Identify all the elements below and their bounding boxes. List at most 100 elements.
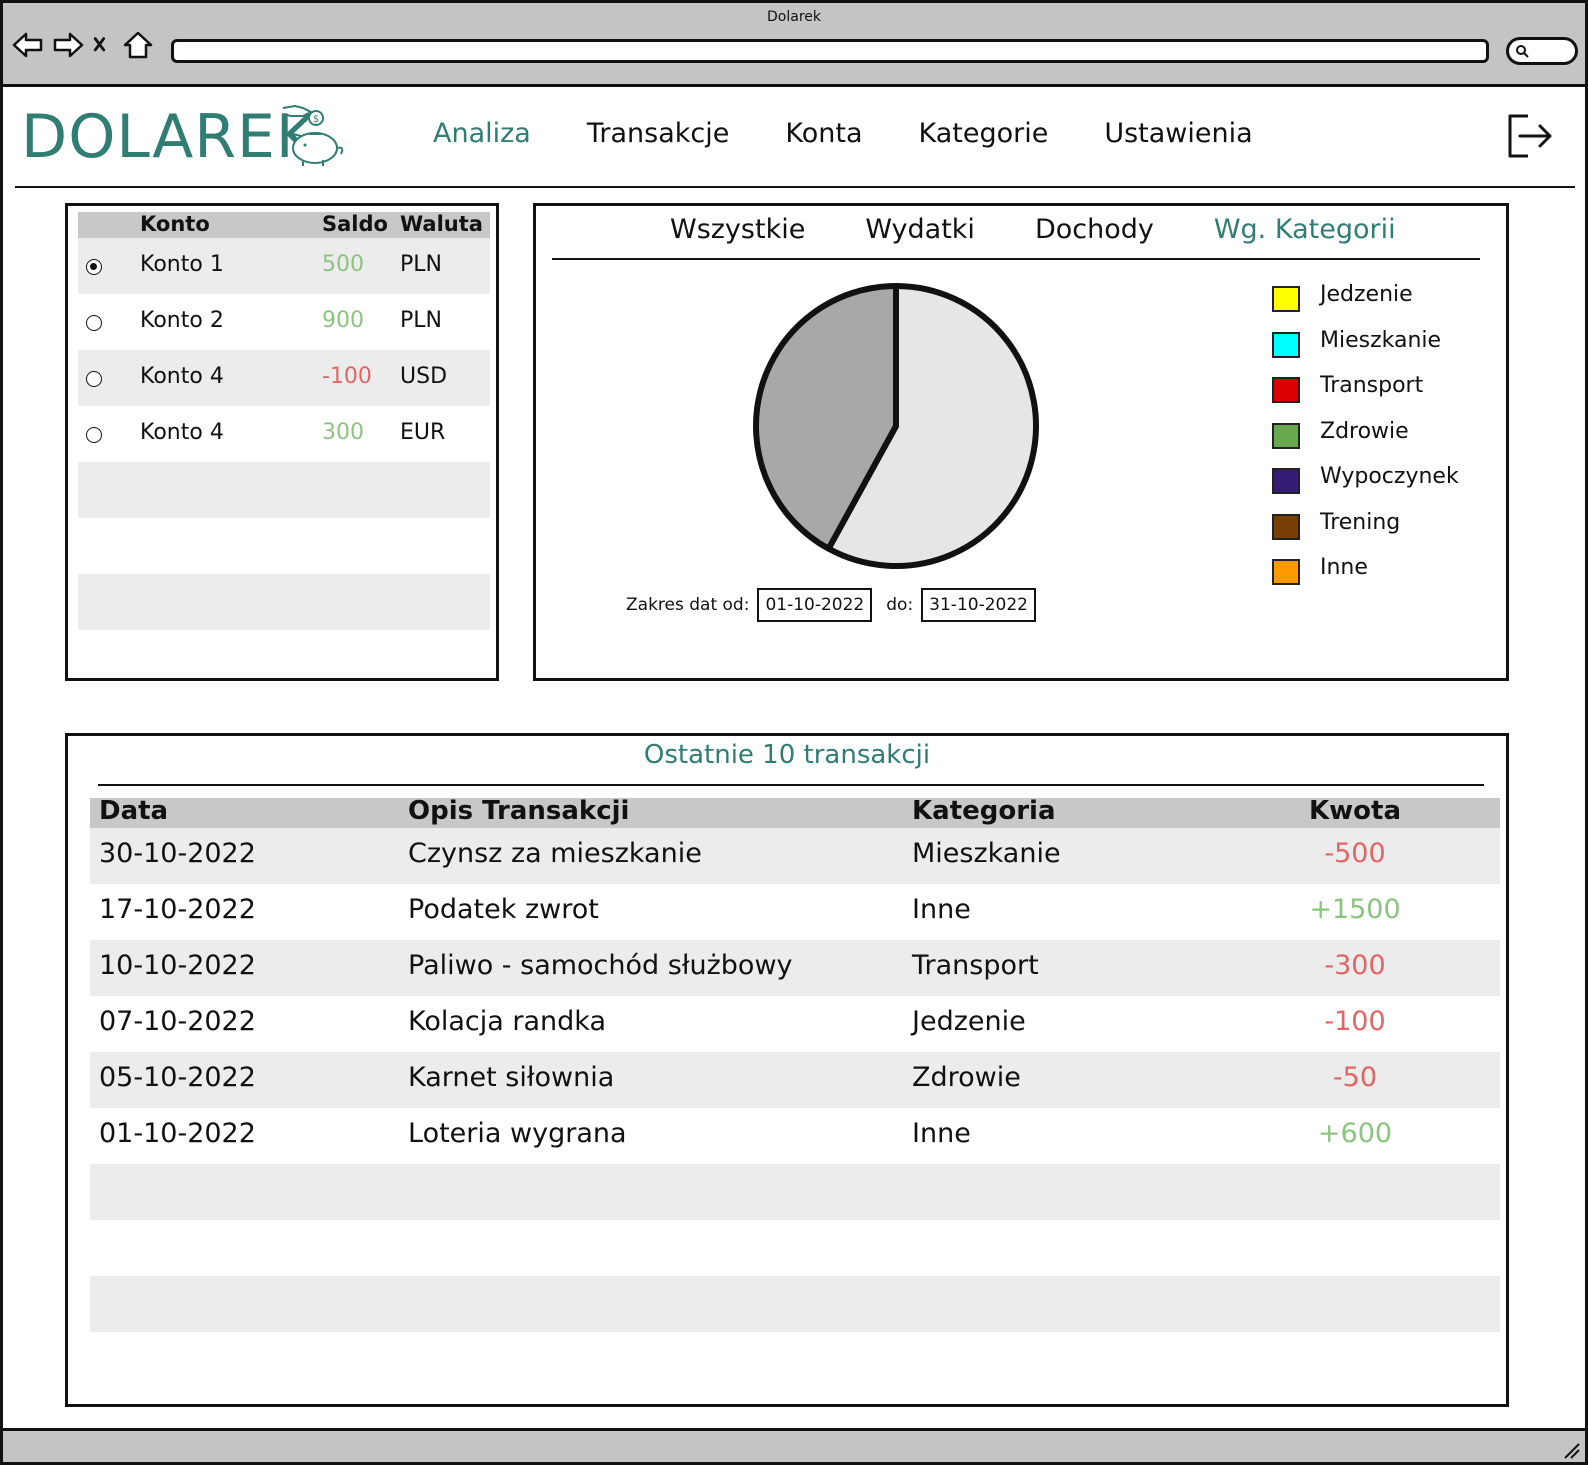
- table-row[interactable]: 05-10-2022 Karnet siłownia Zdrowie -50: [90, 1052, 1500, 1108]
- account-row[interactable]: Konto 4 300 EUR: [78, 406, 490, 462]
- accounts-panel: Konto Saldo Waluta Konto 1 500 PLN Konto…: [65, 203, 499, 681]
- legend-label: Transport: [1320, 373, 1424, 398]
- status-bar: [3, 1428, 1585, 1462]
- close-icon[interactable]: [91, 29, 115, 61]
- tx-category: Inne: [912, 1118, 971, 1149]
- forward-icon[interactable]: [51, 29, 85, 61]
- tab-wg-kategorii[interactable]: Wg. Kategorii: [1214, 214, 1396, 245]
- date-to-label: do:: [886, 595, 914, 615]
- col-header-konto: Konto: [140, 212, 210, 236]
- account-row-empty: [78, 462, 490, 518]
- table-row-empty: [90, 1164, 1500, 1220]
- tx-amount: -300: [1324, 950, 1386, 981]
- tx-date: 05-10-2022: [99, 1062, 256, 1093]
- legend-swatch: [1272, 422, 1300, 449]
- logout-icon[interactable]: [1506, 112, 1554, 160]
- nav-transakcje[interactable]: Transakcje: [587, 118, 730, 149]
- address-bar[interactable]: [171, 39, 1489, 63]
- account-row[interactable]: Konto 2 900 PLN: [78, 294, 490, 350]
- table-row[interactable]: 01-10-2022 Loteria wygrana Inne +600: [90, 1108, 1500, 1164]
- tx-amount: +600: [1317, 1118, 1393, 1149]
- chart-tabs-divider: [552, 258, 1480, 260]
- account-row-empty: [78, 574, 490, 630]
- chart-tabs: Wszystkie Wydatki Dochody Wg. Kategorii: [670, 214, 1456, 245]
- account-currency: PLN: [400, 252, 442, 277]
- tx-date: 01-10-2022: [99, 1118, 256, 1149]
- col-header-kategoria: Kategoria: [912, 796, 1056, 826]
- tx-category: Jedzenie: [912, 1006, 1026, 1037]
- account-radio[interactable]: [86, 259, 102, 275]
- tx-category: Mieszkanie: [912, 838, 1061, 869]
- date-from-input[interactable]: 01-10-2022: [757, 588, 873, 622]
- tx-desc: Loteria wygrana: [408, 1118, 627, 1149]
- account-radio[interactable]: [86, 427, 102, 443]
- legend-swatch: [1272, 468, 1300, 494]
- tx-date: 07-10-2022: [99, 1006, 256, 1037]
- tx-amount: +1500: [1309, 894, 1401, 925]
- nav-analiza[interactable]: Analiza: [433, 118, 531, 149]
- date-to-input[interactable]: 31-10-2022: [921, 588, 1036, 622]
- account-row[interactable]: Konto 1 500 PLN: [78, 238, 490, 294]
- col-header-data: Data: [99, 796, 169, 826]
- account-saldo: 900: [322, 308, 364, 333]
- account-name: Konto 1: [140, 252, 224, 277]
- tx-category: Transport: [912, 950, 1039, 981]
- tab-wszystkie[interactable]: Wszystkie: [670, 214, 805, 245]
- resize-grip-icon[interactable]: [1561, 1440, 1581, 1460]
- table-row[interactable]: 10-10-2022 Paliwo - samochód służbowy Tr…: [90, 940, 1500, 996]
- nav-kategorie[interactable]: Kategorie: [918, 118, 1048, 149]
- col-header-opis: Opis Transakcji: [408, 796, 630, 826]
- app-header: DOLAREK $ Analiza Transakcje Konta Kateg…: [3, 90, 1585, 190]
- account-name: Konto 4: [140, 364, 224, 389]
- nav-konta[interactable]: Konta: [785, 118, 862, 149]
- account-name: Konto 4: [140, 420, 224, 445]
- account-row[interactable]: Konto 4 -100 USD: [78, 350, 490, 406]
- transactions-panel: Ostatnie 10 transakcji Data Opis Transak…: [65, 733, 1509, 1407]
- tab-dochody[interactable]: Dochody: [1035, 214, 1154, 245]
- tx-desc: Podatek zwrot: [408, 894, 599, 925]
- tx-amount: -100: [1324, 1006, 1386, 1037]
- tx-desc: Czynsz za mieszkanie: [408, 838, 702, 869]
- tx-desc: Paliwo - samochód służbowy: [408, 950, 793, 981]
- date-from-label: Zakres dat od:: [626, 595, 750, 615]
- account-currency: USD: [400, 364, 448, 389]
- tab-wydatki[interactable]: Wydatki: [865, 214, 975, 245]
- category-pie-chart: [753, 283, 1039, 569]
- table-row-empty: [90, 1332, 1500, 1388]
- table-row-empty: [90, 1220, 1500, 1276]
- legend-label: Jedzenie: [1320, 282, 1413, 307]
- browser-search[interactable]: [1506, 37, 1578, 65]
- title-bar: Dolarek: [3, 3, 1585, 87]
- tx-date: 30-10-2022: [99, 838, 256, 869]
- transactions-title: Ostatnie 10 transakcji: [643, 740, 931, 770]
- legend-swatch: [1272, 377, 1300, 403]
- account-currency: PLN: [400, 308, 442, 333]
- account-radio[interactable]: [86, 371, 102, 387]
- transactions-table: Data Opis Transakcji Kategoria Kwota 30-…: [90, 796, 1500, 1388]
- account-saldo: 500: [322, 252, 364, 277]
- tx-desc: Karnet siłownia: [408, 1062, 615, 1093]
- nav-ustawienia[interactable]: Ustawienia: [1104, 118, 1252, 149]
- transactions-header-row: Data Opis Transakcji Kategoria Kwota: [90, 796, 1500, 828]
- tx-category: Inne: [912, 894, 971, 925]
- table-row[interactable]: 17-10-2022 Podatek zwrot Inne +1500: [90, 884, 1500, 940]
- window-title: Dolarek: [767, 9, 821, 25]
- transactions-divider: [98, 784, 1484, 786]
- svg-text:$: $: [313, 114, 319, 125]
- col-header-kwota: Kwota: [1308, 796, 1401, 826]
- legend-swatch: [1272, 559, 1300, 585]
- legend-swatch: [1272, 331, 1300, 358]
- account-radio[interactable]: [86, 315, 102, 331]
- tx-date: 10-10-2022: [99, 950, 256, 981]
- legend-label: Zdrowie: [1320, 418, 1409, 444]
- back-icon[interactable]: [11, 29, 45, 61]
- table-row[interactable]: 30-10-2022 Czynsz za mieszkanie Mieszkan…: [90, 828, 1500, 884]
- tx-date: 17-10-2022: [99, 894, 256, 925]
- legend-swatch: [1272, 286, 1300, 312]
- accounts-header-row: Konto Saldo Waluta: [78, 212, 490, 238]
- account-saldo: -100: [322, 364, 372, 389]
- legend-label: Mieszkanie: [1320, 327, 1442, 353]
- table-row[interactable]: 07-10-2022 Kolacja randka Jedzenie -100: [90, 996, 1500, 1052]
- home-icon[interactable]: [121, 29, 155, 61]
- legend-swatch: [1272, 513, 1300, 540]
